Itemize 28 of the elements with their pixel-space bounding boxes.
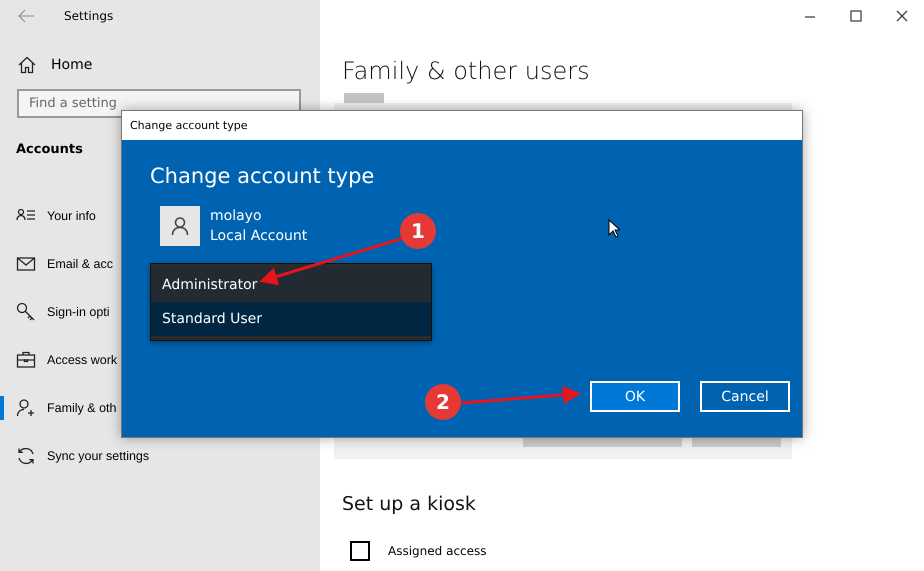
dialog-heading: Change account type (150, 164, 376, 188)
person-icon (170, 216, 190, 236)
section-heading: Set up a kiosk (342, 493, 477, 515)
ok-button[interactable]: OK (590, 381, 680, 412)
window-title: Settings (64, 9, 114, 23)
account-type: Local Account (210, 228, 308, 244)
dialog-title: Change account type (122, 111, 802, 140)
sidebar-item[interactable]: Family & oth (0, 384, 116, 432)
sidebar-item[interactable]: Email & acc (0, 240, 113, 288)
user-name: molayo (210, 208, 263, 224)
home-icon (17, 55, 37, 75)
section-heading: Accounts (16, 142, 83, 159)
sidebar-item[interactable]: Your info (0, 192, 96, 240)
sidebar-item[interactable]: Sync your settings (0, 432, 150, 480)
avatar-placeholder (344, 93, 384, 103)
cursor-icon (608, 219, 620, 238)
dropdown-option[interactable]: Administrator (151, 268, 431, 302)
home-link[interactable]: Home (0, 32, 320, 75)
briefcase-icon (16, 350, 36, 370)
option-label: Assigned access (388, 544, 487, 558)
cancel-button[interactable]: Cancel (700, 381, 790, 412)
key-icon (16, 302, 36, 322)
sidebar-item[interactable]: Access work (0, 336, 118, 384)
page-heading: Family & other users (342, 57, 591, 85)
dropdown-option[interactable]: Standard User (151, 302, 431, 336)
sync-icon (16, 446, 36, 466)
sidebar-item[interactable]: Sign-in opti (0, 288, 110, 336)
person-add-icon (16, 398, 36, 418)
